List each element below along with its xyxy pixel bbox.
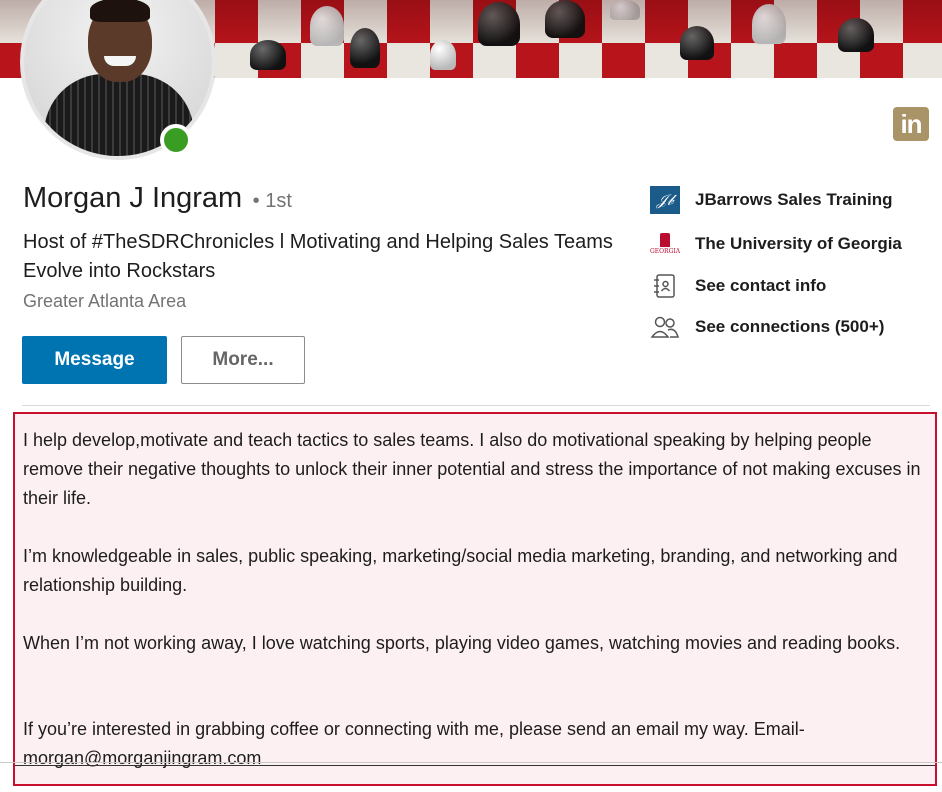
summary-paragraph: I help develop,motivate and teach tactic… xyxy=(23,430,921,508)
sidebar-item-label: JBarrows Sales Training xyxy=(695,190,893,209)
sidebar-item-connections[interactable]: See connections (500+) xyxy=(650,313,884,341)
profile-headline: Host of #TheSDRChronicles l Motivating a… xyxy=(23,231,613,282)
sidebar-item-label: See contact info xyxy=(695,276,827,295)
avatar-hair xyxy=(90,0,150,22)
chess-piece xyxy=(545,0,585,38)
chess-piece xyxy=(838,18,874,52)
sidebar-item-school[interactable]: GEORGIA The University of Georgia xyxy=(650,230,902,258)
chess-piece xyxy=(430,40,456,70)
contact-card-icon xyxy=(650,272,680,300)
online-status-icon xyxy=(160,124,192,156)
section-divider xyxy=(22,405,930,406)
linkedin-logo-icon[interactable]: in xyxy=(893,107,929,141)
chess-piece xyxy=(310,6,344,46)
jbarrows-logo-icon: 𝒥𝒷 xyxy=(650,186,680,214)
chess-piece xyxy=(350,28,380,68)
connections-icon xyxy=(650,313,680,341)
sidebar-item-contact-info[interactable]: See contact info xyxy=(650,272,826,300)
message-button[interactable]: Message xyxy=(22,336,167,384)
summary-fold-line xyxy=(15,765,935,766)
chess-piece xyxy=(250,40,286,70)
chess-piece xyxy=(610,0,640,20)
page-bottom-border xyxy=(0,762,942,763)
uga-arch-shape xyxy=(660,233,670,247)
avatar-smile xyxy=(104,56,136,66)
sidebar-item-company[interactable]: 𝒥𝒷 JBarrows Sales Training xyxy=(650,186,892,214)
profile-name-row: Morgan J Ingram • 1st xyxy=(23,182,292,215)
summary-paragraph: I’m knowledgeable in sales, public speak… xyxy=(23,546,898,595)
profile-summary: I help develop,motivate and teach tactic… xyxy=(13,412,937,786)
sidebar-item-label: The University of Georgia xyxy=(695,234,902,253)
uga-logo-icon: GEORGIA xyxy=(650,230,680,258)
more-button[interactable]: More... xyxy=(181,336,305,384)
profile-name: Morgan J Ingram xyxy=(23,182,243,214)
sidebar-item-label: See connections (500+) xyxy=(695,317,885,336)
uga-logo-text: GEORGIA xyxy=(649,248,681,255)
chess-piece xyxy=(752,4,786,44)
uga-logo: GEORGIA xyxy=(650,233,680,255)
chess-piece xyxy=(680,26,714,60)
chess-piece xyxy=(478,2,520,46)
jbarrows-logo-mark: 𝒥𝒷 xyxy=(650,186,680,214)
profile-location: Greater Atlanta Area xyxy=(23,291,187,311)
summary-paragraph: When I’m not working away, I love watchi… xyxy=(23,633,901,653)
connection-degree: • 1st xyxy=(252,190,292,212)
